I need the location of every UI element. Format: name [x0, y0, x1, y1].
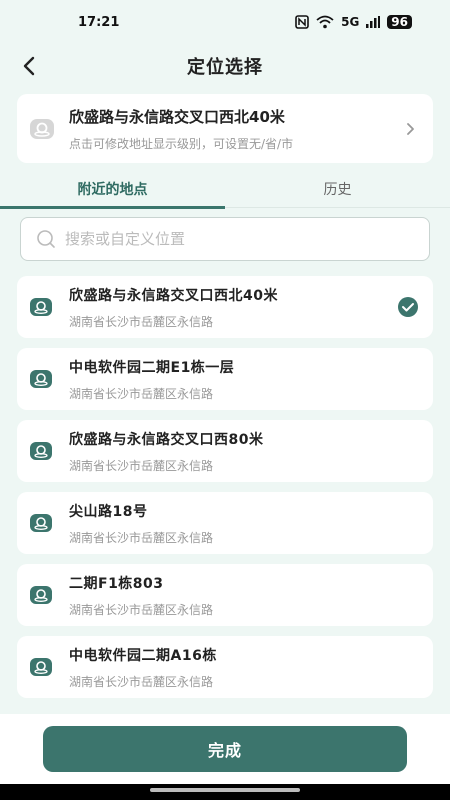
- battery-level: 96: [387, 15, 412, 29]
- current-address-title: 欣盛路与永信路交叉口西北40米: [69, 107, 285, 126]
- tab-bar: 附近的地点 历史: [0, 170, 450, 209]
- location-pin-icon: [30, 658, 52, 676]
- search-box[interactable]: [20, 217, 430, 261]
- list-item-text: 欣盛路与永信路交叉口西北40米 湖南省长沙市岳麓区永信路: [69, 285, 397, 330]
- list-item-text: 欣盛路与永信路交叉口西80米 湖南省长沙市岳麓区永信路: [69, 429, 419, 474]
- done-button[interactable]: 完成: [43, 726, 407, 772]
- place-name: 欣盛路与永信路交叉口西北40米: [69, 287, 278, 304]
- location-pin-icon: [30, 586, 52, 604]
- list-item-text: 中电软件园二期E1栋一层 湖南省长沙市岳麓区永信路: [69, 357, 419, 402]
- location-pin-icon: [30, 298, 52, 316]
- place-name: 欣盛路与永信路交叉口西80米: [69, 431, 264, 448]
- signal-icon: [366, 16, 381, 28]
- list-item[interactable]: 二期F1栋803 湖南省长沙市岳麓区永信路: [17, 564, 433, 626]
- location-pin-icon: [30, 118, 54, 139]
- list-item-text: 二期F1栋803 湖南省长沙市岳麓区永信路: [69, 573, 419, 618]
- places-list: 欣盛路与永信路交叉口西北40米 湖南省长沙市岳麓区永信路 中电软件园二期E1栋一…: [17, 276, 433, 714]
- list-item-text: 尖山路18号 湖南省长沙市岳麓区永信路: [69, 501, 419, 546]
- current-address-card[interactable]: 欣盛路与永信路交叉口西北40米 点击可修改地址显示级别，可设置无/省/市: [17, 94, 433, 163]
- place-name: 中电软件园二期A16栋: [69, 647, 217, 664]
- nav-bar: 定位选择: [0, 44, 450, 88]
- place-address: 湖南省长沙市岳麓区永信路: [69, 458, 214, 473]
- tab-history[interactable]: 历史: [225, 170, 450, 208]
- list-item[interactable]: 尖山路18号 湖南省长沙市岳麓区永信路: [17, 492, 433, 554]
- place-name: 中电软件园二期E1栋一层: [69, 359, 235, 376]
- list-item[interactable]: 欣盛路与永信路交叉口西80米 湖南省长沙市岳麓区永信路: [17, 420, 433, 482]
- status-icons: 5G 96: [295, 15, 412, 29]
- location-pin-icon: [30, 514, 52, 532]
- search-icon: [37, 230, 55, 248]
- list-item-text: 中电软件园二期A16栋 湖南省长沙市岳麓区永信路: [69, 645, 419, 690]
- back-button[interactable]: [14, 50, 46, 82]
- status-bar: 17:21 5G 96: [0, 0, 450, 44]
- gesture-strip: [0, 784, 450, 800]
- place-address: 湖南省长沙市岳麓区永信路: [69, 314, 214, 329]
- current-address-text: 欣盛路与永信路交叉口西北40米 点击可修改地址显示级别，可设置无/省/市: [69, 106, 403, 152]
- list-item[interactable]: 中电软件园二期A16栋 湖南省长沙市岳麓区永信路: [17, 636, 433, 698]
- place-address: 湖南省长沙市岳麓区永信路: [69, 602, 214, 617]
- location-pin-icon: [30, 370, 52, 388]
- nfc-icon: [295, 15, 309, 29]
- place-address: 湖南省长沙市岳麓区永信路: [69, 530, 214, 545]
- tab-nearby[interactable]: 附近的地点: [0, 170, 225, 209]
- place-address: 湖南省长沙市岳麓区永信路: [69, 674, 214, 689]
- network-type: 5G: [341, 15, 360, 29]
- search-input[interactable]: [65, 230, 415, 248]
- page-title: 定位选择: [187, 57, 263, 78]
- wifi-icon: [316, 15, 334, 29]
- place-name: 尖山路18号: [69, 503, 148, 520]
- current-address-hint: 点击可修改地址显示级别，可设置无/省/市: [69, 136, 294, 151]
- location-pin-icon: [30, 442, 52, 460]
- list-item[interactable]: 欣盛路与永信路交叉口西北40米 湖南省长沙市岳麓区永信路: [17, 276, 433, 338]
- check-circle-icon: [398, 297, 418, 317]
- chevron-right-icon: [407, 122, 414, 135]
- list-item[interactable]: 中电软件园二期E1栋一层 湖南省长沙市岳麓区永信路: [17, 348, 433, 410]
- back-arrow-icon: [23, 56, 35, 76]
- home-gesture-bar[interactable]: [150, 788, 300, 792]
- place-address: 湖南省长沙市岳麓区永信路: [69, 386, 214, 401]
- place-name: 二期F1栋803: [69, 575, 164, 592]
- status-time: 17:21: [78, 14, 120, 30]
